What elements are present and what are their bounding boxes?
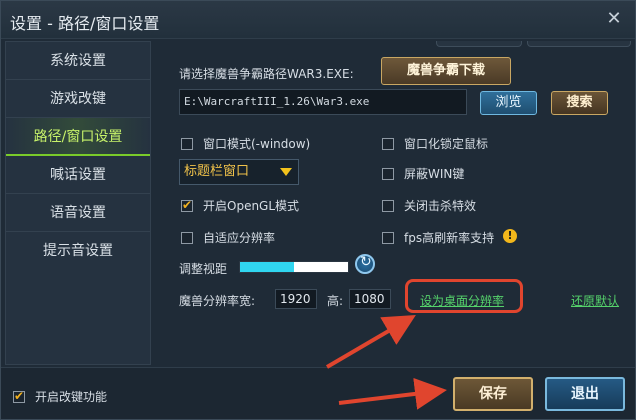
sidebar-item-sound[interactable]: 提示音设置 — [6, 232, 150, 270]
warning-icon[interactable]: ! — [503, 229, 517, 243]
restore-default-link[interactable]: 还原默认 — [571, 292, 619, 309]
opengl-box[interactable] — [181, 198, 193, 212]
window-mode-label: 窗口模式(-window) — [203, 137, 311, 151]
auto-resolution-box[interactable] — [181, 231, 193, 244]
path-prompt: 请选择魔兽争霸路径WAR3.EXE: — [179, 67, 354, 81]
resolution-height-label: 高: — [327, 294, 344, 308]
fps-high-refresh-checkbox[interactable]: fps高刷新率支持 — [382, 229, 494, 246]
fps-high-refresh-box[interactable] — [382, 231, 394, 244]
enable-keymap-label: 开启改键功能 — [35, 390, 108, 404]
disable-kill-fx-box[interactable] — [382, 199, 394, 212]
auto-resolution-label: 自适应分辨率 — [203, 231, 276, 245]
sidebar-item-system[interactable]: 系统设置 — [6, 42, 150, 80]
lock-mouse-box[interactable] — [382, 137, 394, 150]
tab-stub-left[interactable] — [436, 41, 522, 47]
lock-mouse-checkbox[interactable]: 窗口化锁定鼠标 — [382, 135, 488, 152]
browse-button[interactable]: 浏览 — [480, 91, 537, 115]
resolution-height-input[interactable]: 1080 — [349, 289, 391, 309]
view-distance-slider[interactable] — [239, 261, 349, 273]
war3-path-input[interactable]: E:\WarcraftIII_1.26\War3.exe — [179, 89, 467, 115]
disable-kill-fx-label: 关闭击杀特效 — [404, 199, 477, 213]
title-bar: 设置 - 路径/窗口设置 ✕ — [1, 1, 635, 39]
sidebar-item-voice[interactable]: 语音设置 — [6, 194, 150, 232]
tab-stub-right[interactable] — [527, 41, 631, 47]
download-war3-button[interactable]: 魔兽争霸下载 — [381, 57, 511, 85]
refresh-icon[interactable] — [355, 254, 375, 274]
view-distance-fill — [240, 262, 294, 272]
fps-high-refresh-label: fps高刷新率支持 — [404, 231, 495, 245]
settings-window: 设置 - 路径/窗口设置 ✕ 系统设置 游戏改键 路径/窗口设置 喊话设置 语音… — [0, 0, 636, 420]
lock-mouse-label: 窗口化锁定鼠标 — [404, 137, 489, 151]
save-button[interactable]: 保存 — [453, 377, 533, 411]
resolution-width-input[interactable]: 1920 — [275, 289, 317, 309]
enable-keymap-checkbox[interactable]: 开启改键功能 — [13, 388, 107, 405]
search-button[interactable]: 搜索 — [551, 91, 608, 115]
window-style-value: 标题栏窗口 — [184, 164, 250, 179]
window-style-select[interactable]: 标题栏窗口 — [179, 159, 299, 185]
sidebar-item-path-window[interactable]: 路径/窗口设置 — [6, 118, 150, 156]
highlight-box-desktop-resolution — [405, 279, 523, 313]
block-win-checkbox[interactable]: 屏蔽WIN键 — [382, 165, 464, 182]
sidebar-item-shout[interactable]: 喊话设置 — [6, 156, 150, 194]
view-distance-label: 调整视距 — [179, 262, 228, 276]
opengl-label: 开启OpenGL模式 — [203, 199, 300, 213]
dropdown-caret-icon[interactable] — [280, 168, 292, 176]
window-mode-checkbox[interactable]: 窗口模式(-window) — [181, 135, 310, 152]
block-win-label: 屏蔽WIN键 — [404, 167, 465, 181]
resolution-width-label: 魔兽分辨率宽: — [179, 294, 256, 308]
window-mode-box[interactable] — [181, 137, 193, 150]
close-icon[interactable]: ✕ — [605, 10, 623, 28]
opengl-checkbox[interactable]: 开启OpenGL模式 — [181, 197, 299, 214]
disable-kill-fx-checkbox[interactable]: 关闭击杀特效 — [382, 197, 476, 214]
exit-button[interactable]: 退出 — [545, 377, 625, 411]
window-title: 设置 - 路径/窗口设置 — [10, 14, 160, 33]
sidebar-item-keymap[interactable]: 游戏改键 — [6, 80, 150, 118]
auto-resolution-checkbox[interactable]: 自适应分辨率 — [181, 229, 275, 246]
footer-bar: 开启改键功能 保存 退出 — [1, 367, 635, 419]
main-panel: 请选择魔兽争霸路径WAR3.EXE: 魔兽争霸下载 E:\WarcraftIII… — [153, 41, 633, 365]
block-win-box[interactable] — [382, 167, 394, 180]
enable-keymap-box[interactable] — [13, 389, 25, 403]
sidebar: 系统设置 游戏改键 路径/窗口设置 喊话设置 语音设置 提示音设置 — [5, 41, 151, 365]
